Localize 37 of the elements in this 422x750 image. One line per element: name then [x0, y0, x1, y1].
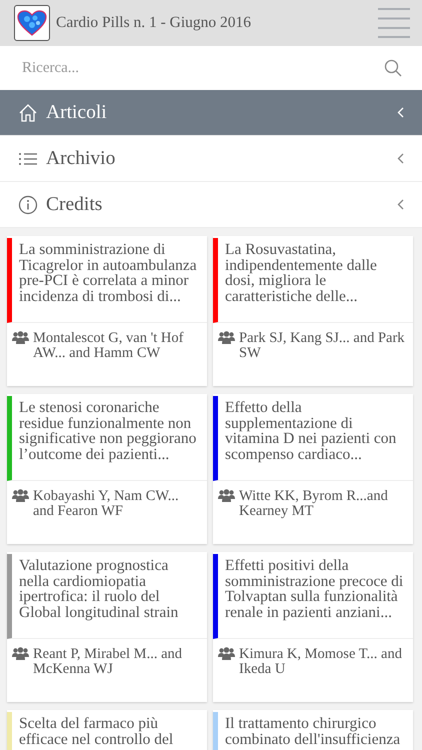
article-authors: Montalescot G, van 't Hof AW... and Hamm CW [33, 331, 184, 361]
article-title: La somministrazione di Ticagrelor in autoambulanza pre-PCI è correlata a minor incidenza di trombosi di... [7, 238, 207, 323]
article-authors: Kimura K, Momose T... and Ikeda U [239, 647, 403, 677]
menu-item[interactable]: Articoli [0, 90, 422, 136]
menu-item[interactable]: Archivio [0, 136, 422, 182]
chevron-icon [397, 107, 404, 118]
app-title: Cardio Pills n. 1 - Giugno 2016 [56, 13, 252, 34]
article-title: Valutazione prognostica nella cardiomiopatia ipertrofica: il ruolo del Global longitudinal strain [7, 554, 207, 639]
people-icon [218, 331, 235, 344]
article-authors: Kobayashi Y, Nam CW... and Fearon WF [33, 489, 180, 519]
article-authors: Park SJ, Kang SJ... and Park SW [239, 331, 406, 361]
article-title: Effetti positivi della somministrazione precoce di Tolvaptan sulla funzionalità renale in pazienti anziani... [213, 554, 413, 639]
article-card[interactable]: Valutazione prognostica nella cardiomiopatia ipertrofica: il ruolo del Global longitudinal strain Reant P, Mirabel M... and McKenna WJ [7, 552, 207, 702]
article-card[interactable]: Effetti positivi della somministrazione precoce di Tolvaptan sulla funzionalità renale in pazienti anziani... Kimura K, Momose T... and Ikeda U [213, 552, 413, 702]
menu-item[interactable]: Credits [0, 182, 422, 228]
article-authors: Witte KK, Byrom R...and Kearney MT [239, 489, 389, 519]
chevron-icon [397, 153, 404, 164]
search-field[interactable]: Ricerca... [20, 56, 384, 80]
heart-logo-icon [14, 5, 50, 41]
search-icon[interactable] [384, 59, 402, 77]
article-title: Effetto della supplementazione di vitamina D nei pazienti con scompenso cardiaco... [213, 396, 413, 481]
chevron-icon [397, 199, 404, 210]
search-bar[interactable]: Ricerca... [0, 46, 422, 90]
article-card[interactable]: Effetto della supplementazione di vitamina D nei pazienti con scompenso cardiaco... Witte KK, Byrom R...and Kearney MT [213, 394, 413, 544]
article-authors: Reant P, Mirabel M... and McKenna WJ [33, 647, 184, 677]
people-icon [12, 331, 29, 344]
info-icon [18, 194, 38, 214]
article-title: Le stenosi coronariche residue funzionalmente non significative non peggiorano l’outcome dei pazienti... [7, 396, 207, 481]
people-icon [218, 489, 235, 502]
people-icon [218, 647, 235, 660]
article-card[interactable]: La somministrazione di Ticagrelor in autoambulanza pre-PCI è correlata a minor incidenza di trombosi di... Montalescot G, van 't Hof AW... and Hamm CW [7, 236, 207, 386]
people-icon [12, 647, 29, 660]
article-title: La Rosuvastatina, indipendentemente dalle dosi, migliora le caratteristiche delle... [213, 238, 413, 323]
home-icon [18, 102, 38, 122]
article-card[interactable]: Le stenosi coronariche residue funzionalmente non significative non peggiorano l’outcome dei pazienti... Kobayashi Y, Nam CW... and Fearon WF [7, 394, 207, 544]
article-card[interactable]: La Rosuvastatina, indipendentemente dalle dosi, migliora le caratteristiche delle... Park SJ, Kang SJ... and Park SW [213, 236, 413, 386]
people-icon [12, 489, 29, 502]
